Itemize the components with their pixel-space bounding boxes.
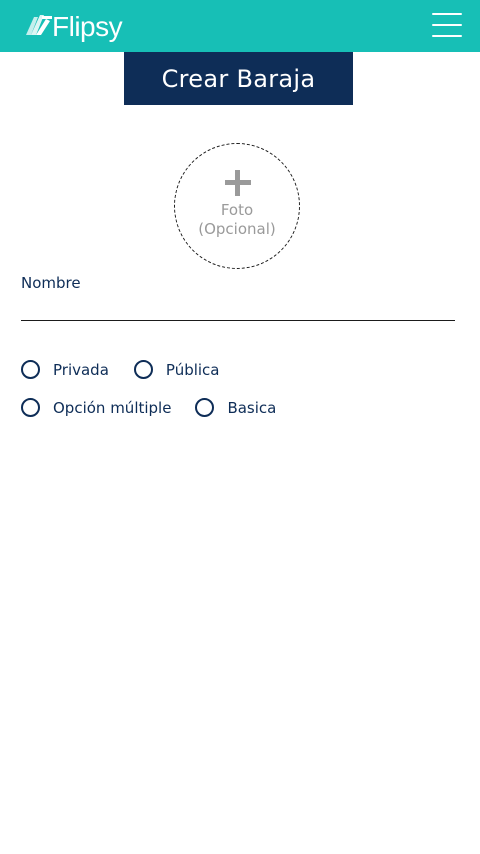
hamburger-menu-icon[interactable] (432, 13, 462, 37)
photo-label: Foto (220, 201, 254, 219)
app-logo[interactable]: Flipsy (24, 8, 123, 44)
radio-label-opcion-multiple: Opción múltiple (53, 398, 172, 417)
radio-button[interactable] (21, 360, 40, 379)
name-input[interactable] (21, 296, 455, 321)
radio-basica[interactable]: Basica (195, 398, 276, 417)
radio-button[interactable] (133, 360, 153, 379)
logo-text: Flipsy (52, 11, 123, 42)
radio-opcion-multiple[interactable]: Opción múltiple (21, 398, 171, 417)
menu-line (432, 24, 462, 26)
radio-publica[interactable]: Pública (133, 360, 220, 379)
menu-line (432, 35, 462, 37)
flipsy-logo-icon (26, 15, 52, 35)
plus-icon (225, 170, 251, 196)
radio-label-basica: Basica (227, 398, 277, 417)
photo-optional-label: (Opcional) (198, 220, 276, 238)
page-title: Crear Baraja (161, 64, 316, 93)
deck-type-radio-group: Opción múltiple Basica (21, 398, 276, 417)
visibility-radio-group: Privada Pública (21, 360, 220, 379)
name-label: Nombre (21, 274, 81, 292)
radio-button[interactable] (21, 398, 40, 417)
page-title-banner: Crear Baraja (124, 52, 353, 105)
app-header: Flipsy (0, 0, 480, 52)
menu-line (432, 13, 462, 15)
photo-upload-button[interactable]: Foto (Opcional) (174, 143, 300, 269)
radio-label-publica: Pública (165, 360, 220, 379)
radio-button[interactable] (195, 398, 215, 417)
radio-label-privada: Privada (53, 360, 109, 379)
radio-privada[interactable]: Privada (21, 360, 109, 379)
